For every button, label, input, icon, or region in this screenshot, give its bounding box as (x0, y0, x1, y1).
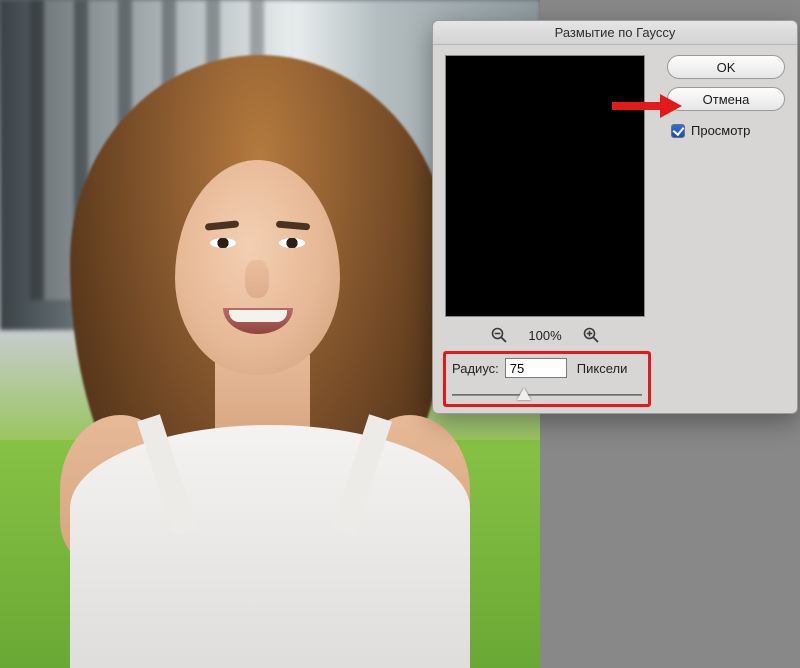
radius-input[interactable] (505, 358, 567, 378)
filter-preview[interactable] (445, 55, 645, 317)
ok-button[interactable]: OK (667, 55, 785, 79)
cancel-button[interactable]: Отмена (667, 87, 785, 111)
preview-checkbox-row[interactable]: Просмотр (667, 123, 785, 138)
radius-label: Радиус: (452, 361, 499, 376)
gaussian-blur-dialog: Размытие по Гауссу 100% (432, 20, 798, 414)
zoom-out-icon (490, 326, 508, 344)
radius-highlight: Радиус: Пиксели (443, 351, 651, 407)
zoom-level: 100% (528, 328, 561, 343)
slider-track (452, 394, 642, 396)
zoom-controls: 100% (445, 323, 645, 347)
preview-checkbox[interactable] (671, 124, 685, 138)
radius-slider[interactable] (452, 388, 642, 402)
radius-units: Пиксели (577, 361, 628, 376)
zoom-in-button[interactable] (580, 324, 602, 346)
photo-subject (50, 55, 480, 668)
preview-checkbox-label: Просмотр (691, 123, 750, 138)
zoom-in-icon (582, 326, 600, 344)
slider-thumb[interactable] (517, 388, 531, 400)
dialog-title: Размытие по Гауссу (433, 21, 797, 45)
zoom-out-button[interactable] (488, 324, 510, 346)
